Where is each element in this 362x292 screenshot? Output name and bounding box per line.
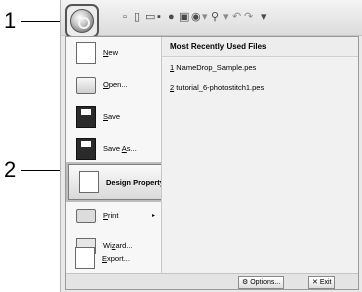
menu-item-print[interactable]: Print ▸ <box>66 200 161 232</box>
menu-item-design-property-label: Design Property <box>106 178 164 187</box>
menu-item-open[interactable]: Open... <box>66 69 161 101</box>
menu-item-open-label: Open... <box>103 80 128 89</box>
menu-item-new[interactable]: New <box>66 37 161 69</box>
menu-item-export[interactable]: Export... <box>65 243 160 273</box>
toolbar-thread-dropdown-icon[interactable]: ▾ <box>202 12 208 23</box>
menu-item-design-property[interactable]: Design Property <box>68 164 173 200</box>
design-property-icon <box>79 171 99 193</box>
export-icon <box>75 247 95 269</box>
toolbar-stitch-icon[interactable]: ● <box>168 12 175 23</box>
callout-2: 2 <box>4 157 17 182</box>
application-menu-button[interactable] <box>65 4 99 38</box>
options-gear-icon: ⚙ <box>242 279 251 286</box>
toolbar-redo-icon[interactable]: ↷ <box>244 12 253 23</box>
save-disk-icon <box>76 106 96 128</box>
exit-close-icon: ✕ <box>312 279 320 286</box>
new-file-icon <box>76 42 96 64</box>
options-button[interactable]: ⚙ Options... <box>238 276 285 289</box>
recent-files-pane: Most Recently Used Files 1 NameDrop_Samp… <box>162 37 358 273</box>
toolbar-zoom-icon[interactable]: ⚲ <box>211 12 219 23</box>
menu-item-print-label: Print <box>103 211 119 220</box>
menu-footer: ⚙ Options... ✕ Exit <box>66 273 358 289</box>
exit-button-label: Exit <box>319 279 332 286</box>
menu-item-export-label: Export... <box>102 254 130 263</box>
callout-1-leader <box>21 21 64 22</box>
toolbar-save-icon[interactable]: ▪ <box>157 12 161 23</box>
recent-file-1[interactable]: 1 NameDrop_Sample.pes <box>170 63 256 73</box>
save-as-icon <box>76 138 96 160</box>
menu-item-save-as[interactable]: Save As... <box>66 133 161 165</box>
toolbar-open-icon[interactable]: ▭ <box>145 12 155 23</box>
menu-item-save-as-label: Save As... <box>103 144 137 153</box>
printer-icon <box>76 209 96 223</box>
toolbar-thread-icon[interactable]: ◉ <box>191 12 201 23</box>
recent-file-2[interactable]: 2 tutorial_6-photostitch1.pes <box>170 83 264 93</box>
menu-item-save-label: Save <box>103 112 121 121</box>
exit-button[interactable]: ✕ Exit <box>308 276 336 289</box>
toolbar-new-icon[interactable]: ▫ <box>123 12 127 23</box>
toolbar-undo-icon[interactable]: ↶ <box>232 12 241 23</box>
menu-commands-pane: New Open... Save Save As... Design Prope… <box>66 37 173 273</box>
toolbar-pattern-icon[interactable]: ▣ <box>179 12 189 23</box>
toolbar-new-doc-icon[interactable]: ▯ <box>134 12 140 23</box>
submenu-arrow-icon: ▸ <box>152 213 156 219</box>
menu-item-new-label: New <box>103 48 119 57</box>
callout-1: 1 <box>4 8 17 33</box>
quick-access-toolbar: ▫ ▯ ▭ ▪ ● ▣ ◉ ▾ ⚲ ▾ ↶ ↷ ▾ <box>61 0 362 36</box>
app-orb-icon <box>70 9 94 33</box>
toolbar-zoom-dropdown-icon[interactable]: ▾ <box>223 12 229 23</box>
menu-item-save[interactable]: Save <box>66 101 161 133</box>
toolbar-customize-icon[interactable]: ▾ <box>261 12 267 23</box>
open-folder-icon <box>76 77 96 94</box>
recent-files-header: Most Recently Used Files <box>162 37 358 57</box>
options-button-label: Options... <box>250 279 281 286</box>
